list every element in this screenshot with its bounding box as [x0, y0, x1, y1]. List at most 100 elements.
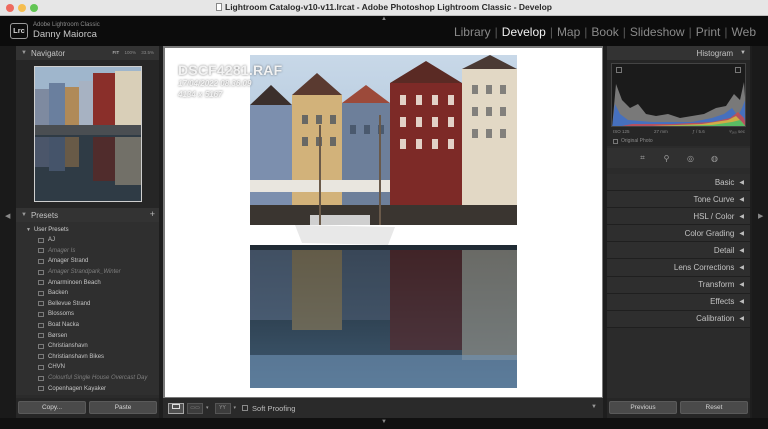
loupe-view-button[interactable]: [168, 402, 184, 414]
soft-proofing-toggle[interactable]: Soft Proofing: [242, 404, 295, 413]
navigator-photo: [35, 67, 141, 201]
main-photo[interactable]: [250, 55, 517, 388]
paste-button[interactable]: Paste: [89, 401, 157, 414]
preset-label: Christianshavn: [48, 343, 88, 350]
soft-proofing-checkbox[interactable]: [242, 405, 249, 411]
before-after-dropdown-icon[interactable]: ▾: [206, 405, 209, 411]
navigator-header[interactable]: ▼ Navigator FIT 100% 33.5%: [16, 46, 159, 60]
left-panel-edge[interactable]: ◀: [0, 46, 16, 418]
crop-icon[interactable]: ⌗: [638, 153, 648, 163]
preset-label: Boat Nacka: [48, 322, 80, 329]
preset-item[interactable]: Amager Strand: [16, 256, 159, 267]
preset-item[interactable]: Colourful Single House Overcast Day: [16, 373, 159, 384]
zoom-100[interactable]: 100%: [124, 50, 136, 55]
original-photo-checkbox[interactable]: [613, 138, 618, 144]
preset-icon: [38, 322, 44, 328]
zoom-custom[interactable]: 33.5%: [141, 50, 154, 55]
masking-icon[interactable]: ◍: [710, 154, 720, 163]
histogram-header[interactable]: Histogram ▼: [607, 46, 750, 60]
preset-item[interactable]: Backen: [16, 288, 159, 299]
copy-button[interactable]: Copy...: [18, 401, 86, 414]
preset-label: Backen: [48, 290, 69, 297]
soft-proofing-label: Soft Proofing: [252, 403, 296, 413]
section-lens-corrections[interactable]: Lens Corrections ◀: [607, 259, 750, 277]
section-effects[interactable]: Effects ◀: [607, 293, 750, 311]
toolbar-menu-icon[interactable]: ▼: [591, 404, 597, 410]
expand-triangle-icon: ◀: [739, 179, 744, 186]
preset-item[interactable]: Bellevue Strand: [16, 299, 159, 310]
section-hsl-color[interactable]: HSL / Color ◀: [607, 208, 750, 226]
preset-item[interactable]: Christianshavn: [16, 341, 159, 352]
preset-item[interactable]: Amager Strandpark_Winter: [16, 267, 159, 278]
section-color-grading[interactable]: Color Grading ◀: [607, 225, 750, 243]
document-icon: [216, 3, 222, 11]
expand-triangle-icon: ◀: [739, 282, 744, 289]
preset-item[interactable]: CHVN: [16, 362, 159, 373]
histogram-graph[interactable]: [611, 63, 746, 127]
zoom-fit[interactable]: FIT: [113, 50, 120, 55]
app-name: Adobe Lightroom Classic: [33, 22, 100, 28]
expand-triangle-icon: ◀: [739, 196, 744, 203]
navigator-thumbnail[interactable]: [34, 66, 142, 202]
section-detail[interactable]: Detail ◀: [607, 242, 750, 260]
photo-datetime: 17/04/2022 08.36.09: [178, 79, 252, 88]
filmstrip-toggle-icon[interactable]: ▼: [381, 419, 387, 425]
previous-button[interactable]: Previous: [609, 401, 677, 414]
module-book[interactable]: Book: [587, 25, 622, 39]
left-panel-toggle-icon[interactable]: ◀: [5, 212, 10, 220]
histogram-body: ISO 125 27 mm ƒ / 5.6 ¹⁄₁₆₀ sec Original…: [607, 60, 750, 146]
section-calibration[interactable]: Calibration ◀: [607, 310, 750, 328]
preset-item[interactable]: Amarminoen Beach: [16, 277, 159, 288]
expand-triangle-icon: ◀: [739, 247, 744, 254]
section-transform[interactable]: Transform ◀: [607, 276, 750, 294]
preset-item[interactable]: Copenhagen Kayaker: [16, 383, 159, 394]
preset-label: Amager Strandpark_Winter: [48, 269, 121, 276]
preset-icon: [38, 237, 44, 243]
module-print[interactable]: Print: [692, 25, 725, 39]
right-panel-toggle-icon[interactable]: ▶: [758, 212, 763, 220]
module-web[interactable]: Web: [728, 25, 760, 39]
preset-icon: [38, 364, 44, 370]
module-library[interactable]: Library: [450, 25, 495, 39]
section-basic[interactable]: Basic ◀: [607, 174, 750, 192]
right-panel: Histogram ▼ ISO 125 27 mm ƒ / 5.6 ¹⁄₁₆₀ …: [607, 46, 750, 418]
preset-label: Amager Strand: [48, 258, 89, 265]
original-photo-toggle[interactable]: Original Photo: [613, 138, 653, 144]
module-picker: Library | Develop | Map | Book | Slideshow | Print…: [450, 25, 760, 39]
yy-button[interactable]: YY: [214, 402, 231, 414]
presets-header[interactable]: ▼ Presets +: [16, 208, 159, 222]
collapse-triangle-icon: ▼: [740, 50, 746, 56]
expand-triangle-icon: ▼: [26, 227, 31, 233]
shadow-clipping-icon[interactable]: [616, 67, 622, 73]
preset-item[interactable]: Blossoms: [16, 309, 159, 320]
module-slideshow[interactable]: Slideshow: [626, 25, 689, 39]
add-preset-icon[interactable]: +: [150, 209, 155, 219]
module-map[interactable]: Map: [553, 25, 584, 39]
exif-iso: ISO 125: [613, 129, 630, 134]
module-develop[interactable]: Develop: [498, 25, 550, 39]
loupe-icon: [172, 403, 180, 409]
highlight-clipping-icon[interactable]: [735, 67, 741, 73]
yy-dropdown-icon[interactable]: ▾: [234, 405, 237, 411]
before-after-button[interactable]: ▭▭: [187, 402, 203, 414]
expand-triangle-icon: ◀: [739, 316, 744, 323]
exif-aperture: ƒ / 5.6: [692, 129, 705, 134]
navigator-zoom-options: FIT 100% 33.5%: [109, 50, 154, 55]
preset-group-user[interactable]: ▼ User Presets: [16, 225, 159, 235]
reset-button[interactable]: Reset: [680, 401, 748, 414]
preset-item[interactable]: Boat Nacka: [16, 320, 159, 331]
red-eye-icon[interactable]: ◎: [686, 154, 696, 163]
preset-item[interactable]: Christianshavn Bikes: [16, 352, 159, 363]
histogram-title: Histogram: [696, 48, 733, 58]
preset-item[interactable]: Amager Is: [16, 246, 159, 257]
top-panel-toggle-icon[interactable]: ▲: [381, 16, 387, 22]
section-tone-curve[interactable]: Tone Curve ◀: [607, 191, 750, 209]
section-label: Detail: [713, 245, 735, 255]
preset-item[interactable]: AJ: [16, 235, 159, 246]
section-label: HSL / Color: [693, 211, 735, 221]
photo-dimensions: 4134 x 5167: [178, 90, 223, 99]
healing-brush-icon[interactable]: ⚲: [662, 154, 672, 163]
preset-item[interactable]: Børsen: [16, 330, 159, 341]
collapse-triangle-icon: ▼: [21, 212, 27, 218]
right-panel-edge[interactable]: ▶: [752, 46, 768, 418]
